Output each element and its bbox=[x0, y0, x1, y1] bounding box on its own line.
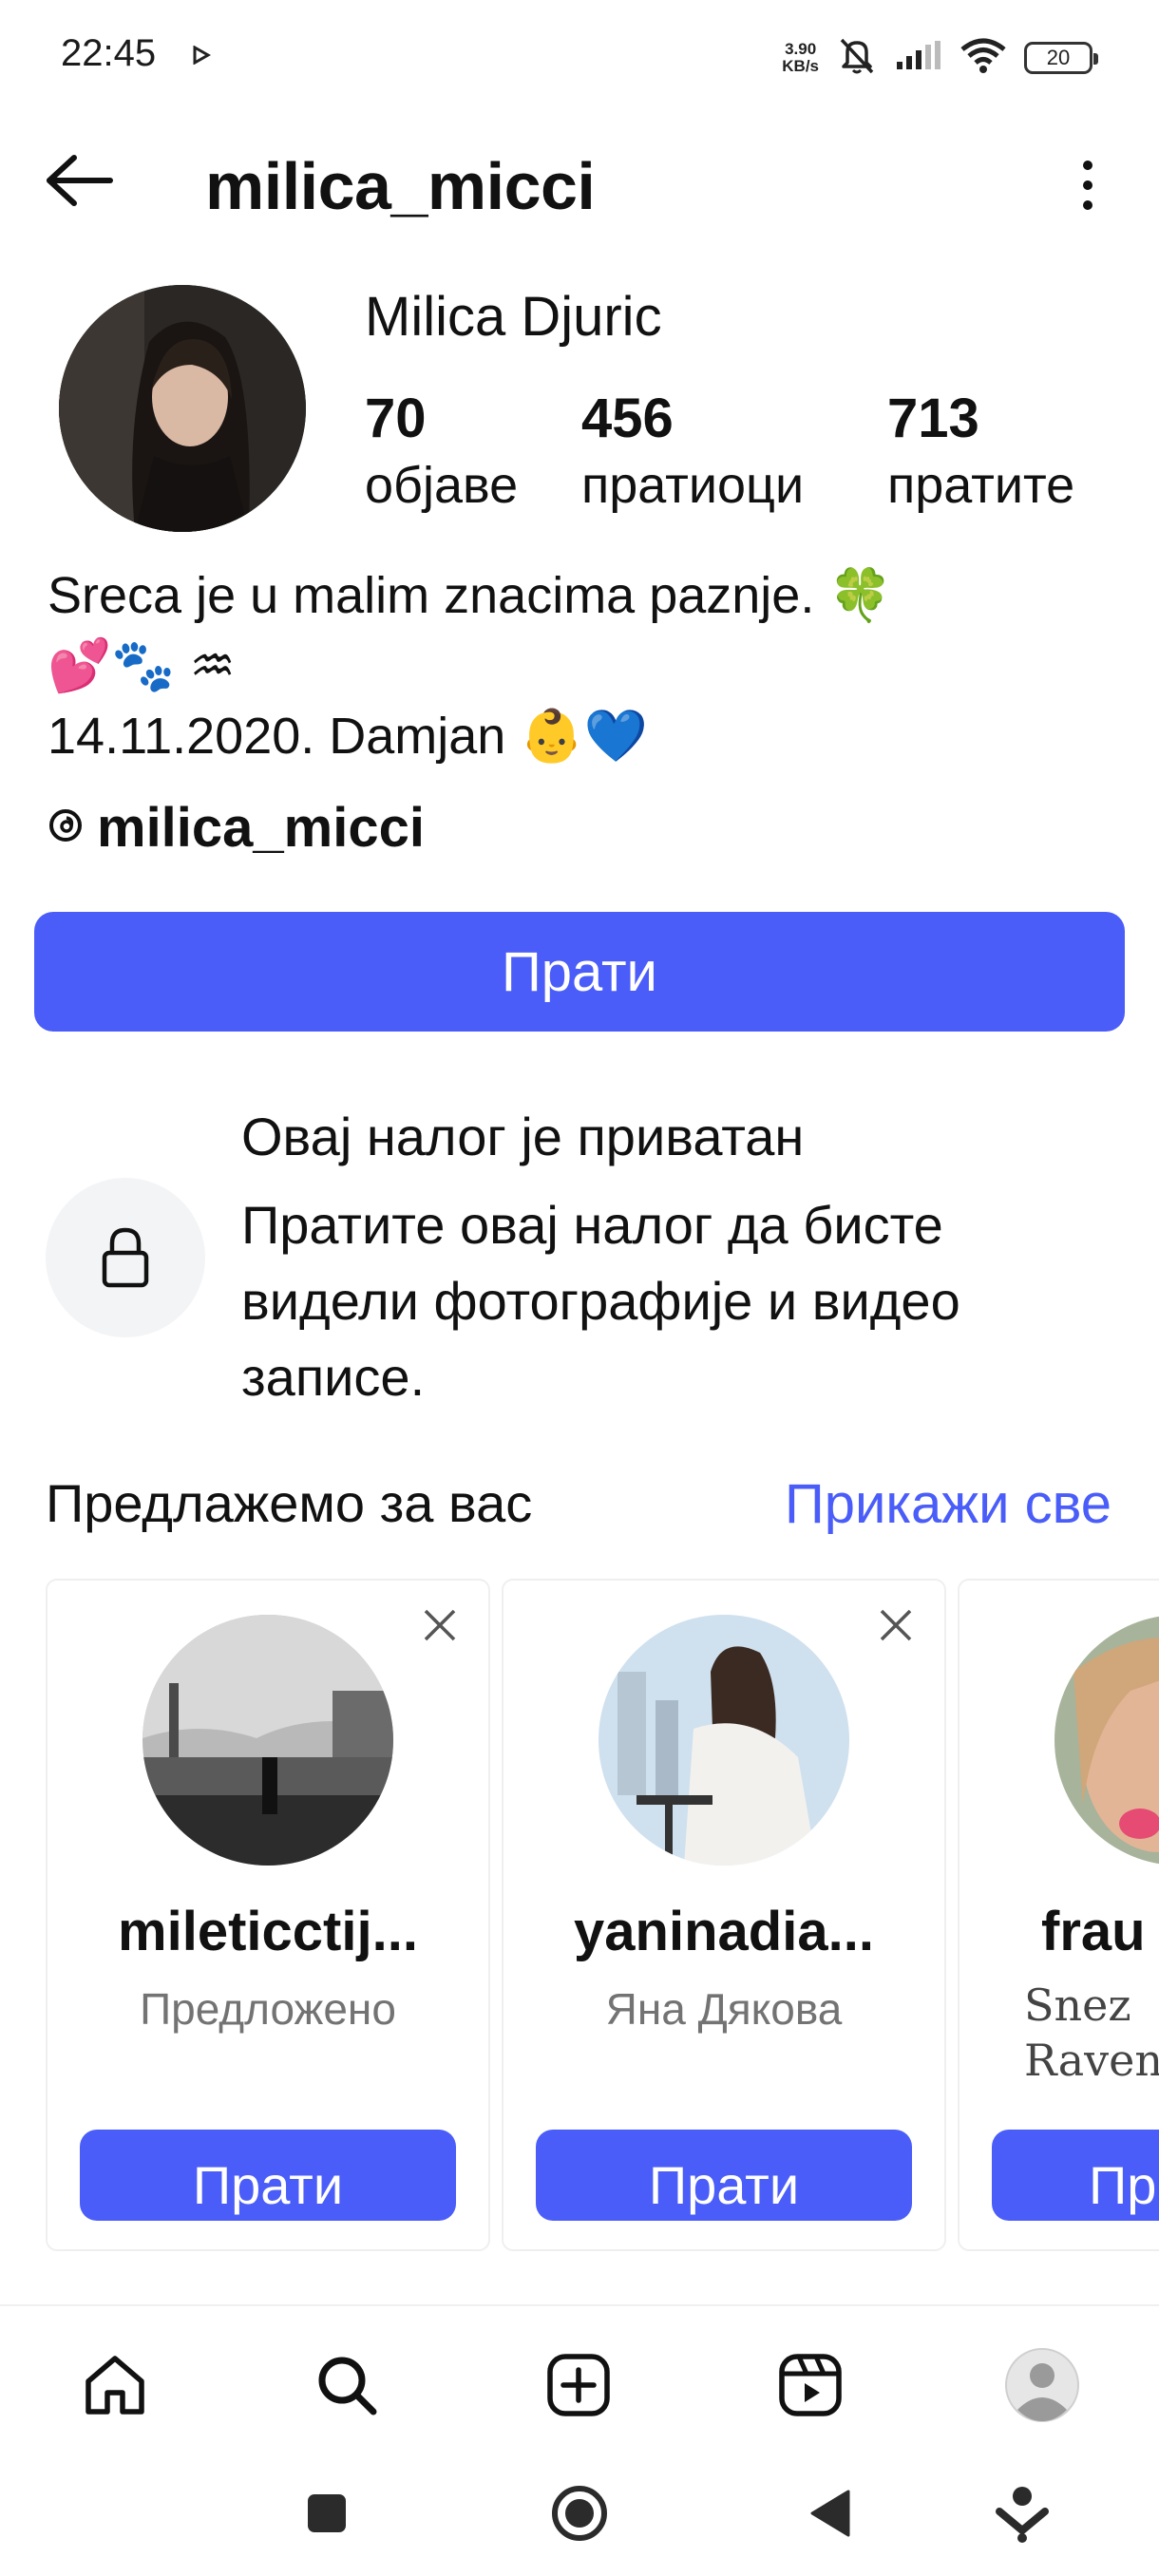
battery-indicator: 20 bbox=[1024, 41, 1098, 74]
nav-profile[interactable] bbox=[999, 2342, 1085, 2428]
status-icons: 3.90 KB/s 20 bbox=[782, 34, 1098, 81]
private-lock-badge bbox=[46, 1178, 205, 1337]
search-icon bbox=[318, 2357, 377, 2415]
stat-followers[interactable]: 456 пратиоци bbox=[581, 386, 804, 519]
status-bar: 22:45 3.90 KB/s 20 bbox=[0, 0, 1159, 114]
recent-apps-button[interactable] bbox=[289, 2475, 365, 2551]
suggestion-subtitle: Предложено bbox=[140, 1984, 396, 2034]
suggestion-username[interactable]: yaninadia... bbox=[504, 1900, 944, 1963]
suggestion-avatar[interactable] bbox=[598, 1615, 849, 1866]
play-notification-icon bbox=[192, 45, 212, 69]
private-account-title: Овај налог је приватан bbox=[241, 1107, 805, 1166]
stat-following[interactable]: 713 пратите bbox=[887, 386, 1074, 519]
dismiss-suggestion-button[interactable] bbox=[418, 1603, 462, 1647]
wifi-icon bbox=[960, 36, 1007, 79]
back-triangle-icon bbox=[810, 2490, 850, 2537]
following-label: пратите bbox=[887, 457, 1075, 514]
profile-avatar-icon bbox=[1005, 2348, 1079, 2422]
bio-line: 💕🐾 ♒ bbox=[48, 637, 236, 694]
suggestion-username[interactable]: mileticctij... bbox=[48, 1900, 488, 1963]
assistant-button[interactable] bbox=[984, 2475, 1060, 2551]
suggestions-title: Предлажемо за вас bbox=[46, 1473, 533, 1533]
lock-icon bbox=[102, 1227, 149, 1288]
page-title-username: milica_micci bbox=[205, 149, 596, 223]
suggestion-card[interactable]: yaninadia... Яна Дякова Прати bbox=[502, 1579, 946, 2251]
private-account-description: Пратите овај налог да бисте видели фотог… bbox=[241, 1195, 960, 1407]
suggestion-subtitle: Яна Дякова bbox=[605, 1984, 843, 2034]
display-name: Milica Djuric bbox=[365, 286, 662, 348]
home-icon bbox=[86, 2356, 144, 2415]
suggestion-avatar[interactable] bbox=[1054, 1615, 1159, 1866]
add-post-icon bbox=[547, 2354, 610, 2416]
threads-link[interactable]: milica_micci bbox=[48, 796, 425, 860]
suggestion-follow-button[interactable]: Пр bbox=[992, 2130, 1159, 2221]
profile-avatar[interactable] bbox=[59, 285, 306, 532]
mute-bell-icon bbox=[836, 34, 878, 81]
following-count: 713 bbox=[887, 388, 979, 449]
stat-posts[interactable]: 70 објаве bbox=[365, 386, 518, 519]
status-time: 22:45 bbox=[61, 32, 157, 74]
profile-bio: Sreca je u malim znacima paznje. 🍀 💕🐾 ♒ … bbox=[48, 560, 1130, 771]
posts-label: објаве bbox=[365, 457, 519, 514]
home-system-button[interactable] bbox=[542, 2475, 618, 2551]
back-button[interactable] bbox=[42, 152, 118, 209]
close-icon bbox=[424, 1609, 456, 1641]
bio-line: 14.11.2020. Damjan 👶💙 bbox=[48, 708, 648, 765]
home-circle-icon bbox=[552, 2486, 607, 2541]
suggestion-card[interactable]: mileticctij... Предложено Прати bbox=[46, 1579, 490, 2251]
nav-create[interactable] bbox=[536, 2342, 621, 2428]
suggestion-subtitle-2: Raven bbox=[1024, 2035, 1159, 2086]
close-icon bbox=[880, 1609, 912, 1641]
nav-reels[interactable] bbox=[768, 2342, 853, 2428]
suggestion-follow-button[interactable]: Прати bbox=[536, 2130, 912, 2221]
nav-search[interactable] bbox=[304, 2342, 390, 2428]
suggestion-avatar[interactable] bbox=[142, 1615, 393, 1866]
nav-home[interactable] bbox=[72, 2342, 158, 2428]
posts-count: 70 bbox=[365, 388, 427, 449]
network-speed: 3.90 KB/s bbox=[782, 39, 819, 75]
dismiss-suggestion-button[interactable] bbox=[874, 1603, 918, 1647]
bottom-navigation bbox=[0, 2304, 1159, 2447]
suggestion-card[interactable]: frau Snez Raven Пр bbox=[958, 1579, 1159, 2251]
more-options-button[interactable] bbox=[1054, 152, 1121, 218]
bio-line: Sreca je u malim znacima paznje. 🍀 bbox=[48, 567, 893, 624]
profile-header: milica_micci bbox=[0, 133, 1159, 228]
reels-icon bbox=[779, 2354, 842, 2416]
square-icon bbox=[308, 2494, 346, 2532]
follow-button[interactable]: Прати bbox=[34, 912, 1125, 1032]
suggestion-username[interactable]: frau bbox=[1041, 1900, 1159, 1963]
assistant-icon bbox=[996, 2487, 1049, 2543]
suggestion-subtitle: Snez bbox=[1024, 1979, 1131, 2031]
system-navigation bbox=[0, 2447, 1159, 2576]
threads-handle: milica_micci bbox=[97, 797, 425, 859]
back-system-button[interactable] bbox=[792, 2475, 868, 2551]
signal-icon bbox=[895, 39, 942, 76]
followers-label: пратиоци bbox=[581, 457, 805, 514]
threads-icon bbox=[48, 807, 84, 848]
followers-count: 456 bbox=[581, 388, 674, 449]
suggestion-follow-button[interactable]: Прати bbox=[80, 2130, 456, 2221]
see-all-link[interactable]: Прикажи све bbox=[785, 1472, 1112, 1536]
